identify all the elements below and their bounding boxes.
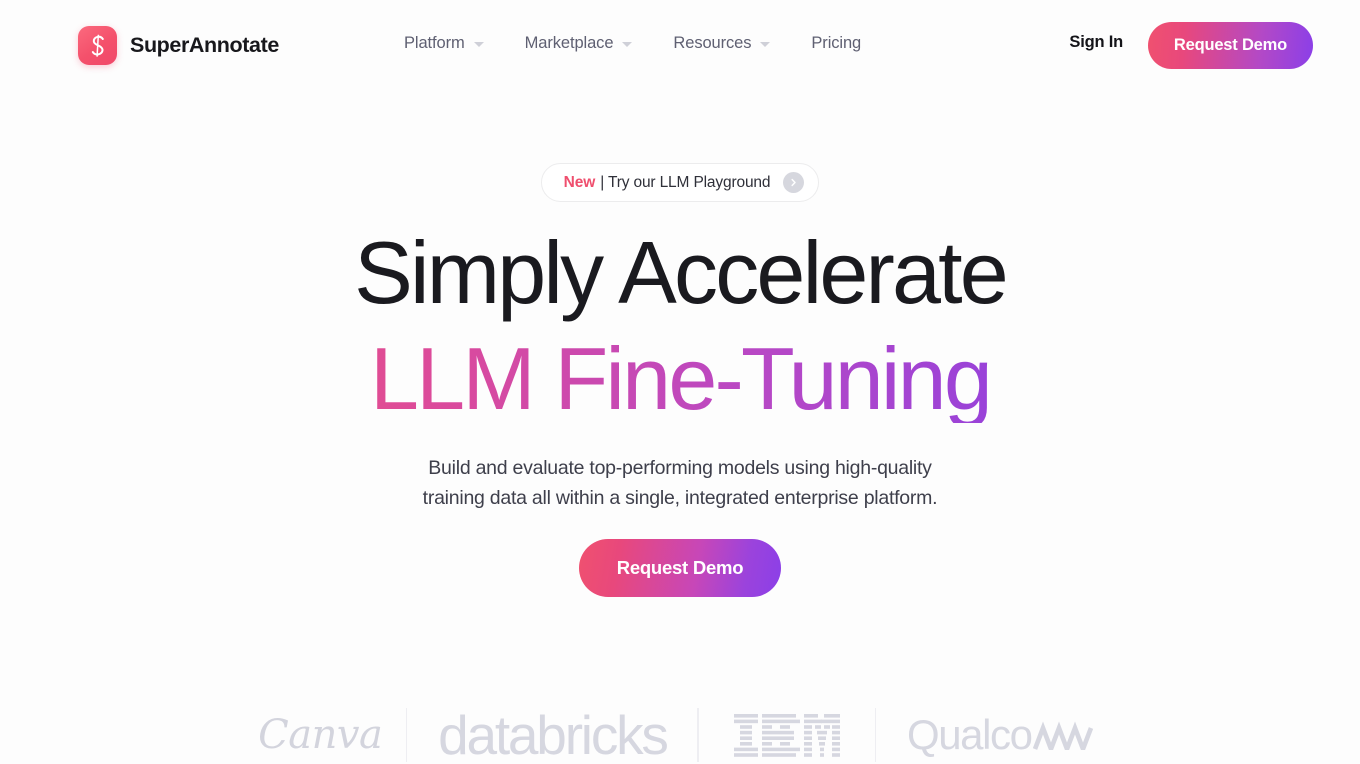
- header-request-demo-button[interactable]: Request Demo: [1147, 22, 1313, 69]
- landing-page: SuperAnnotate Platform Marketplace Resou…: [0, 0, 1360, 764]
- brand-name: SuperAnnotate: [130, 33, 279, 57]
- brand-logo-link[interactable]: SuperAnnotate: [78, 26, 279, 65]
- page-title: Simply Accelerate LLM Fine-Tuning: [0, 229, 1360, 423]
- logo-databricks: databricks: [438, 704, 669, 764]
- announcement-row: New | Try our LLM Playground: [0, 163, 1360, 202]
- chevron-down-icon: [473, 42, 484, 47]
- headline-line-1: Simply Accelerate: [354, 223, 1009, 322]
- hero-section: New | Try our LLM Playground Simply Acce…: [0, 91, 1360, 597]
- announcement-badge: New: [563, 173, 596, 191]
- hero-request-demo-button[interactable]: Request Demo: [578, 539, 782, 597]
- logo-qualcomm-head: Qualco: [906, 711, 1033, 758]
- hero-subtitle-line-1: Build and evaluate top-performing models…: [428, 457, 932, 479]
- chevron-down-icon: [622, 42, 633, 47]
- main-navigation: Platform Marketplace Resources Pricing: [404, 31, 861, 56]
- superannotate-logo-icon: [78, 26, 117, 65]
- nav-item-platform[interactable]: Platform: [404, 31, 484, 56]
- site-header: SuperAnnotate Platform Marketplace Resou…: [0, 0, 1360, 91]
- nav-item-resources[interactable]: Resources: [673, 31, 771, 56]
- nav-item-pricing[interactable]: Pricing: [811, 31, 861, 56]
- logo-canva: Canva: [258, 712, 383, 758]
- announcement-body: Try our LLM Playground: [607, 173, 771, 191]
- announcement-separator: |: [600, 173, 605, 191]
- logo-qualcomm-tail-icon: [1032, 721, 1093, 750]
- chevron-down-icon: [760, 42, 771, 47]
- announcement-pill[interactable]: New | Try our LLM Playground: [540, 163, 820, 202]
- sign-in-link[interactable]: Sign In: [1069, 33, 1123, 52]
- nav-item-resources-label: Resources: [673, 34, 752, 52]
- nav-item-platform-label: Platform: [404, 34, 465, 52]
- logo-qualcomm: Qualco: [876, 706, 1126, 764]
- hero-cta-row: Request Demo: [0, 539, 1360, 597]
- headline-line-2: LLM Fine-Tuning: [0, 335, 1360, 423]
- customer-logo-strip: Canva databricks Qualco: [0, 704, 1360, 764]
- chevron-right-icon[interactable]: [783, 172, 805, 193]
- nav-item-marketplace[interactable]: Marketplace: [525, 31, 633, 56]
- logo-ibm: [699, 706, 875, 764]
- hero-subtitle-line-2: training data all within a single, integ…: [422, 487, 938, 509]
- announcement-text: | Try our LLM Playground: [600, 174, 770, 192]
- nav-item-pricing-label: Pricing: [811, 34, 862, 52]
- nav-item-marketplace-label: Marketplace: [524, 34, 614, 52]
- hero-subtitle: Build and evaluate top-performing models…: [0, 453, 1360, 513]
